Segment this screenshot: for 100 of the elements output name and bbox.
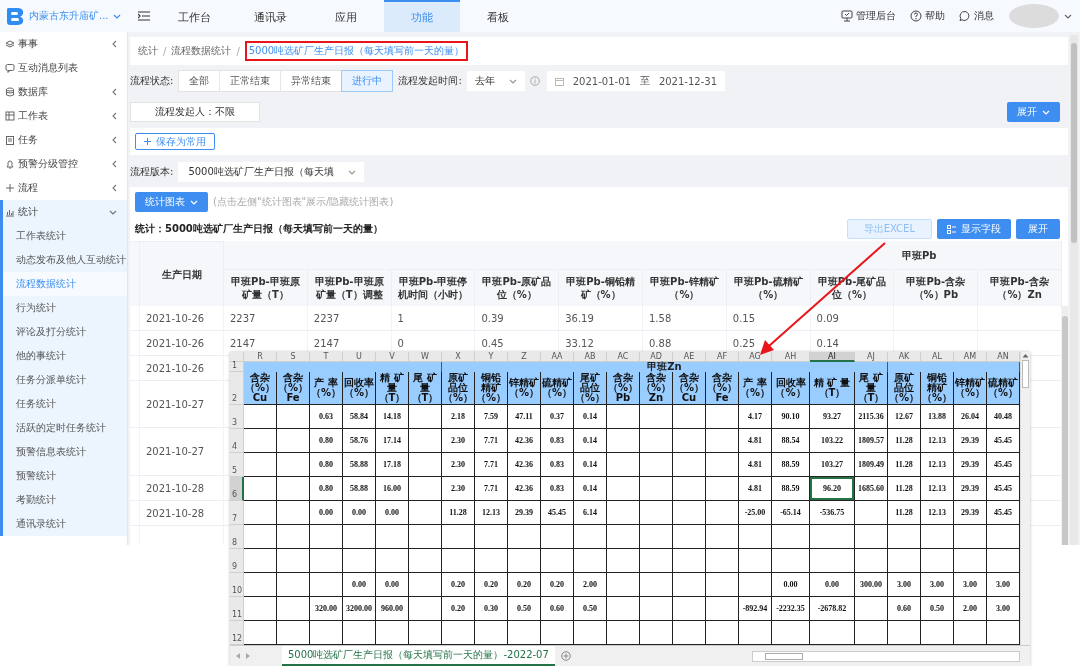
breadcrumb-link[interactable]: 流程数据统计 [171, 44, 232, 58]
spreadsheet-cell[interactable]: 88.59 [772, 453, 810, 477]
spreadsheet-cell[interactable]: -65.14 [772, 501, 810, 525]
spreadsheet-cell[interactable] [739, 525, 772, 549]
spreadsheet-cell[interactable]: 0.83 [541, 477, 574, 501]
spreadsheet-cell[interactable] [607, 477, 640, 501]
spreadsheet-cell[interactable] [673, 525, 706, 549]
spreadsheet-cell[interactable] [442, 525, 475, 549]
sidebar-subitem[interactable]: 活跃的定时任务统计 [3, 416, 127, 440]
sidebar-item[interactable]: 互动消息列表 [0, 56, 127, 80]
spreadsheet-cell[interactable]: 90.10 [772, 405, 810, 429]
spreadsheet-cell[interactable]: 2.00 [954, 597, 987, 621]
spreadsheet-cell[interactable] [475, 525, 508, 549]
spreadsheet-cell[interactable]: 14.18 [376, 405, 409, 429]
spreadsheet-cell[interactable] [706, 453, 739, 477]
row-number[interactable]: 3 [230, 405, 244, 429]
column-letter[interactable]: Y [475, 352, 508, 362]
date-range-field[interactable]: 2021-01-01 至 2021-12-31 [546, 71, 725, 91]
spreadsheet-cell[interactable]: 47.11 [508, 405, 541, 429]
spreadsheet-cell[interactable] [244, 597, 277, 621]
spreadsheet-cell[interactable] [244, 453, 277, 477]
spreadsheet-cell[interactable]: 29.39 [954, 429, 987, 453]
spreadsheet-cell[interactable] [244, 477, 277, 501]
spreadsheet-cell[interactable] [541, 525, 574, 549]
spreadsheet-cell[interactable] [855, 597, 888, 621]
spreadsheet-cell[interactable]: 0.83 [541, 453, 574, 477]
sidebar-subitem[interactable]: 预警信息表统计 [3, 440, 127, 464]
spreadsheet-cell[interactable]: 0.37 [541, 405, 574, 429]
chevron-left-icon[interactable] [112, 184, 117, 192]
spreadsheet-cell[interactable]: 88.54 [772, 429, 810, 453]
spreadsheet-cell[interactable]: 11.28 [888, 501, 921, 525]
sidebar-subitem[interactable]: 工作表统计 [3, 224, 127, 248]
column-letter[interactable]: R [244, 352, 277, 362]
spreadsheet-cell[interactable]: 96.20 [810, 477, 855, 501]
spreadsheet-cell[interactable] [673, 597, 706, 621]
spreadsheet-cell[interactable] [607, 405, 640, 429]
spreadsheet-cell[interactable]: 29.39 [508, 501, 541, 525]
spreadsheet-cell[interactable]: 2.30 [442, 477, 475, 501]
spreadsheet-cell[interactable]: 13.88 [921, 405, 954, 429]
spreadsheet-cell[interactable]: 4.17 [739, 405, 772, 429]
sidebar-subitem[interactable]: 考勤统计 [3, 488, 127, 512]
spreadsheet-cell[interactable]: 11.28 [888, 477, 921, 501]
sidebar-subitem[interactable]: 行为统计 [3, 296, 127, 320]
spreadsheet-cell[interactable]: 58.76 [343, 429, 376, 453]
spreadsheet-cell[interactable]: -536.75 [810, 501, 855, 525]
chevron-left-icon[interactable] [112, 136, 117, 144]
spreadsheet-cell[interactable]: 0.14 [574, 477, 607, 501]
spreadsheet-cell[interactable]: 42.36 [508, 453, 541, 477]
spreadsheet-cell[interactable]: 0.00 [376, 573, 409, 597]
spreadsheet-cell[interactable]: 3.00 [954, 573, 987, 597]
sidebar-subitem[interactable]: 通讯录统计 [3, 512, 127, 536]
column-letter[interactable]: V [376, 352, 409, 362]
spreadsheet-cell[interactable] [244, 573, 277, 597]
spreadsheet-cell[interactable] [706, 549, 739, 573]
spreadsheet-cell[interactable] [277, 477, 310, 501]
spreadsheet-cell[interactable] [855, 549, 888, 573]
spreadsheet-cell[interactable] [640, 453, 673, 477]
spreadsheet-cell[interactable] [739, 573, 772, 597]
spreadsheet-cell[interactable] [409, 573, 442, 597]
sidebar-item[interactable]: 工作表 [0, 104, 127, 128]
column-letter[interactable]: T [310, 352, 343, 362]
sidebar-subitem[interactable]: 预警统计 [3, 464, 127, 488]
spreadsheet-cell[interactable] [640, 549, 673, 573]
spreadsheet-cell[interactable]: 42.36 [508, 477, 541, 501]
spreadsheet-cell[interactable]: 0.20 [508, 573, 541, 597]
spreadsheet-cell[interactable] [607, 525, 640, 549]
spreadsheet-cell[interactable]: 103.22 [810, 429, 855, 453]
spreadsheet-cell[interactable]: 0.60 [888, 597, 921, 621]
spreadsheet-cell[interactable] [508, 549, 541, 573]
spreadsheet-cell[interactable] [954, 549, 987, 573]
spreadsheet-cell[interactable]: 2.30 [442, 453, 475, 477]
spreadsheet-cell[interactable] [277, 405, 310, 429]
spreadsheet-cell[interactable] [640, 429, 673, 453]
chevron-down-icon[interactable] [1064, 13, 1072, 19]
spreadsheet-cell[interactable] [409, 597, 442, 621]
spreadsheet-cell[interactable] [376, 549, 409, 573]
spreadsheet-cell[interactable]: 0.80 [310, 453, 343, 477]
status-option[interactable]: 全部 [179, 71, 221, 91]
chevron-left-icon[interactable] [112, 88, 117, 96]
spreadsheet-cell[interactable] [244, 501, 277, 525]
spreadsheet-cell[interactable] [277, 549, 310, 573]
spreadsheet-cell[interactable] [607, 549, 640, 573]
spreadsheet-cell[interactable]: 4.81 [739, 453, 772, 477]
time-select[interactable]: 去年 [466, 71, 525, 91]
spreadsheet-cell[interactable]: 2115.36 [855, 405, 888, 429]
spreadsheet-cell[interactable]: 0.00 [343, 573, 376, 597]
spreadsheet-cell[interactable]: 0.60 [541, 597, 574, 621]
spreadsheet-cell[interactable]: 300.00 [855, 573, 888, 597]
scrollbar-thumb[interactable] [1071, 43, 1077, 243]
column-letter[interactable]: S [277, 352, 310, 362]
spreadsheet-cell[interactable]: 0.00 [810, 573, 855, 597]
spreadsheet-cell[interactable] [706, 573, 739, 597]
nav-tab[interactable]: 通讯录 [232, 0, 308, 32]
spreadsheet-cell[interactable]: 0.14 [574, 453, 607, 477]
spreadsheet-cell[interactable]: 1809.49 [855, 453, 888, 477]
spreadsheet-cell[interactable]: 3.00 [888, 573, 921, 597]
spreadsheet-cell[interactable]: 42.36 [508, 429, 541, 453]
spreadsheet-cell[interactable] [409, 405, 442, 429]
spreadsheet-cell[interactable]: 0.20 [442, 573, 475, 597]
spreadsheet-cell[interactable]: 0.30 [475, 597, 508, 621]
